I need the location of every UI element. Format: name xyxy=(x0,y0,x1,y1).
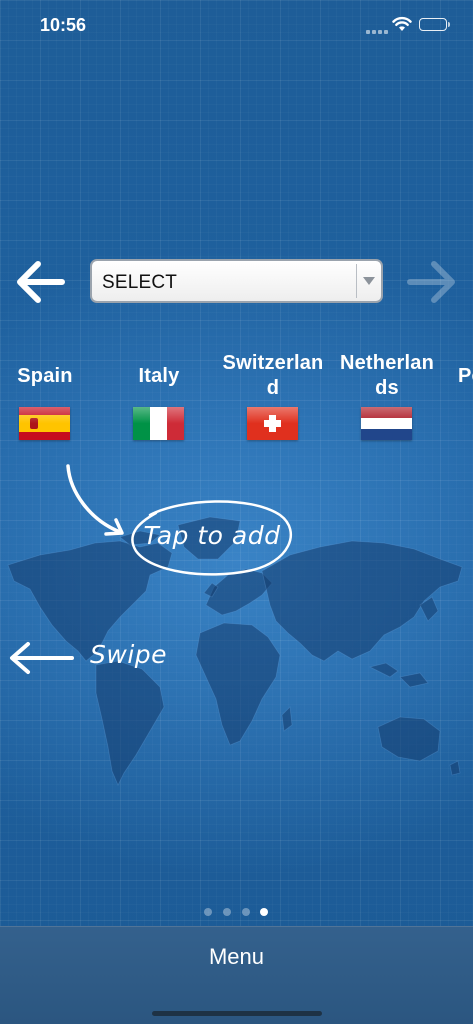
previous-arrow-button[interactable] xyxy=(12,254,68,310)
select-value: SELECT xyxy=(102,272,178,293)
country-name: Po xyxy=(458,365,473,387)
country-name: Switzerlan d xyxy=(218,351,328,401)
swipe-hint-arrow-icon xyxy=(10,642,74,674)
page-dot[interactable] xyxy=(242,908,250,916)
page-dot-active[interactable] xyxy=(260,908,268,916)
status-time: 10:56 xyxy=(40,15,87,35)
country-name-line: ds xyxy=(375,377,399,399)
country-item-italy[interactable]: Italy xyxy=(104,345,214,455)
tap-to-add-hint: Tap to add xyxy=(130,497,294,577)
cellular-signal-icon xyxy=(366,28,388,34)
country-name: Spain xyxy=(17,365,73,387)
tap-hint-text: Tap to add xyxy=(143,521,281,550)
page-dot[interactable] xyxy=(204,908,212,916)
chevron-down-icon xyxy=(363,277,375,285)
switzerland-flag-icon xyxy=(247,407,298,440)
next-arrow-button[interactable] xyxy=(404,254,460,310)
netherlands-flag-icon xyxy=(361,407,412,440)
bottom-bar: Menu xyxy=(0,926,473,1024)
country-item-switzerland[interactable]: Switzerlan d xyxy=(218,345,328,455)
select-divider xyxy=(356,264,357,298)
menu-button[interactable]: Menu xyxy=(0,927,473,987)
wifi-icon xyxy=(392,16,412,31)
country-name-line: Switzerlan xyxy=(222,352,324,374)
country-name: Netherlan ds xyxy=(332,351,442,401)
home-indicator[interactable] xyxy=(152,1011,322,1016)
page-indicator[interactable] xyxy=(204,908,270,918)
country-name: Italy xyxy=(138,365,180,387)
tap-hint-arrow-icon xyxy=(66,464,124,536)
country-name-line: Netherlan xyxy=(339,352,435,374)
country-item-netherlands[interactable]: Netherlan ds xyxy=(332,345,442,455)
country-item-partial[interactable]: Po xyxy=(446,345,473,455)
country-name-line: d xyxy=(266,377,280,399)
country-select-dropdown[interactable]: SELECT xyxy=(90,259,383,303)
battery-icon xyxy=(419,18,450,31)
status-bar: 10:56 xyxy=(0,0,473,50)
spain-flag-icon xyxy=(19,407,70,440)
page-dot[interactable] xyxy=(223,908,231,916)
swipe-hint-text: Swipe xyxy=(90,640,168,669)
country-strip[interactable]: Spain Italy Switzerlan d Netherlan ds P xyxy=(0,345,473,455)
italy-flag-icon xyxy=(133,407,184,440)
country-item-spain[interactable]: Spain xyxy=(0,345,100,455)
